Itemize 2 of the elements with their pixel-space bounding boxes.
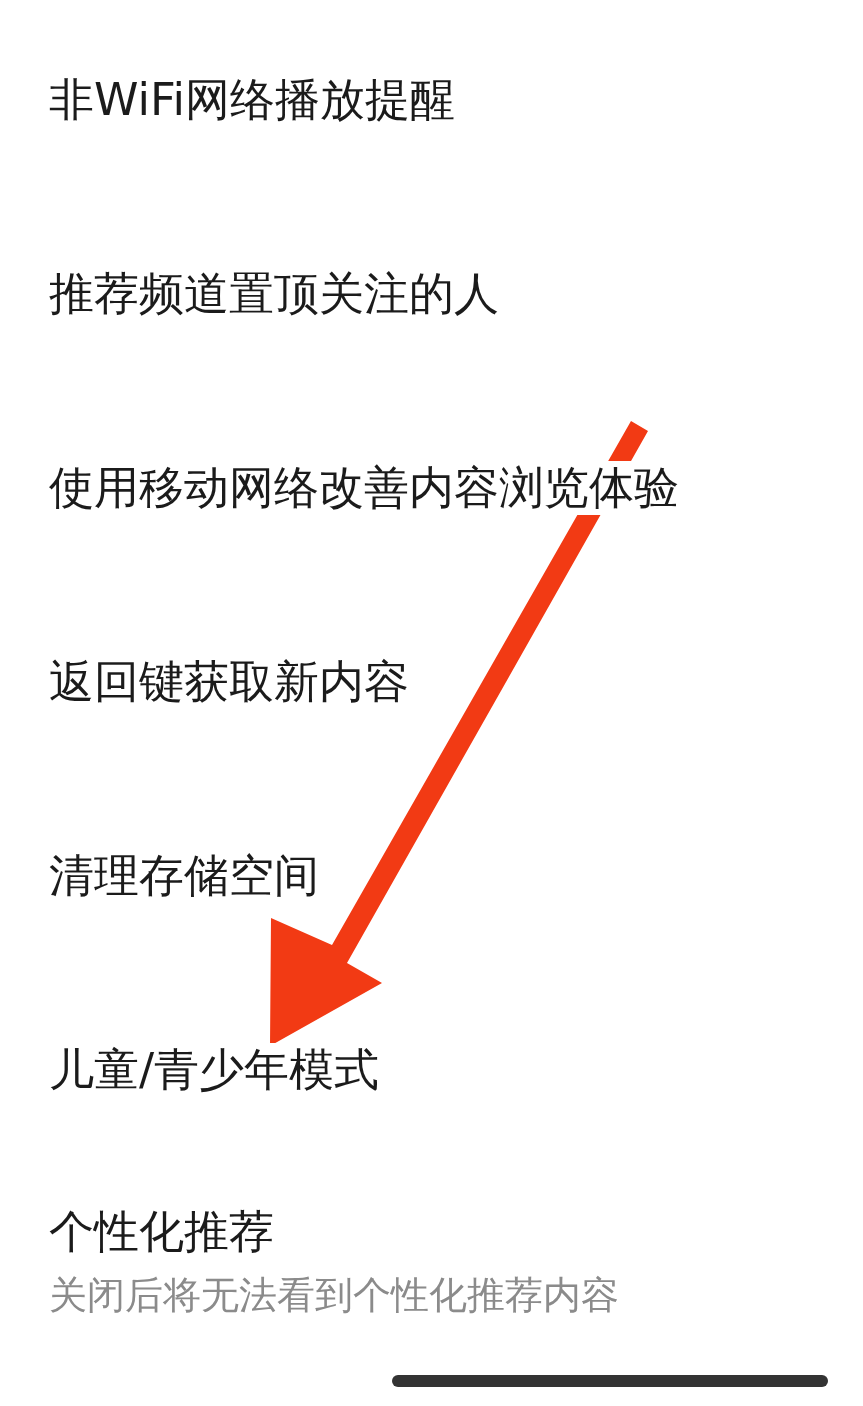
setting-description: 关闭后将无法看到个性化推荐内容 [49,1272,619,1319]
setting-item[interactable]: 使用移动网络改善内容浏览体验 [49,461,679,515]
